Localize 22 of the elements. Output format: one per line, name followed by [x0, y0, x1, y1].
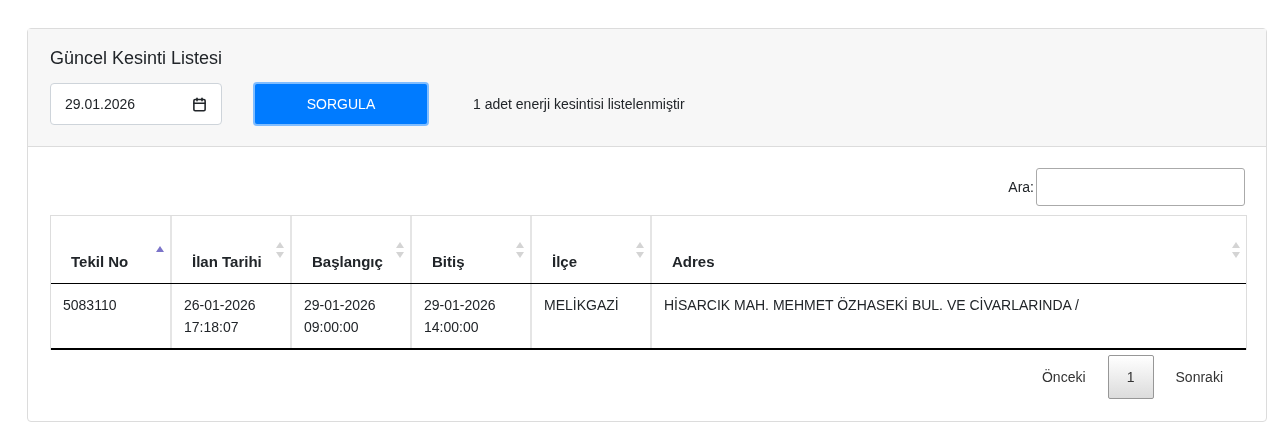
- column-header[interactable]: Başlangıç: [292, 216, 412, 283]
- date-field[interactable]: 29.01.2026: [50, 83, 222, 125]
- column-header[interactable]: Adres: [652, 216, 1246, 283]
- table-cell: 26-01-2026 17:18:07: [172, 284, 292, 348]
- query-button[interactable]: SORGULA: [253, 82, 429, 126]
- table-cell: 29-01-2026 09:00:00: [292, 284, 412, 348]
- table-cell: 5083110: [51, 284, 172, 348]
- column-header[interactable]: Tekil No: [51, 216, 172, 283]
- previous-button[interactable]: Önceki: [1021, 355, 1106, 399]
- next-button[interactable]: Sonraki: [1155, 355, 1243, 399]
- search-field[interactable]: [1036, 168, 1245, 206]
- result-text: 1 adet enerji kesintisi listelenmiştir: [473, 94, 685, 114]
- table-cell: 29-01-2026 14:00:00: [412, 284, 532, 348]
- search-label: Ara:: [1008, 177, 1034, 197]
- column-header[interactable]: İlçe: [532, 216, 652, 283]
- table-cell-text: HİSARCIK MAH. MEHMET ÖZHASEKİ BUL. VE CİVARLARINDA /: [663, 296, 1080, 315]
- calendar-icon: [192, 96, 207, 112]
- page-button[interactable]: 1: [1107, 355, 1154, 399]
- table-cell: MELİKGAZİ: [532, 284, 652, 348]
- column-header[interactable]: İlan Tarihi: [172, 216, 292, 283]
- column-header[interactable]: Bitiş: [412, 216, 532, 283]
- panel-title: Güncel Kesinti Listesi: [50, 47, 224, 70]
